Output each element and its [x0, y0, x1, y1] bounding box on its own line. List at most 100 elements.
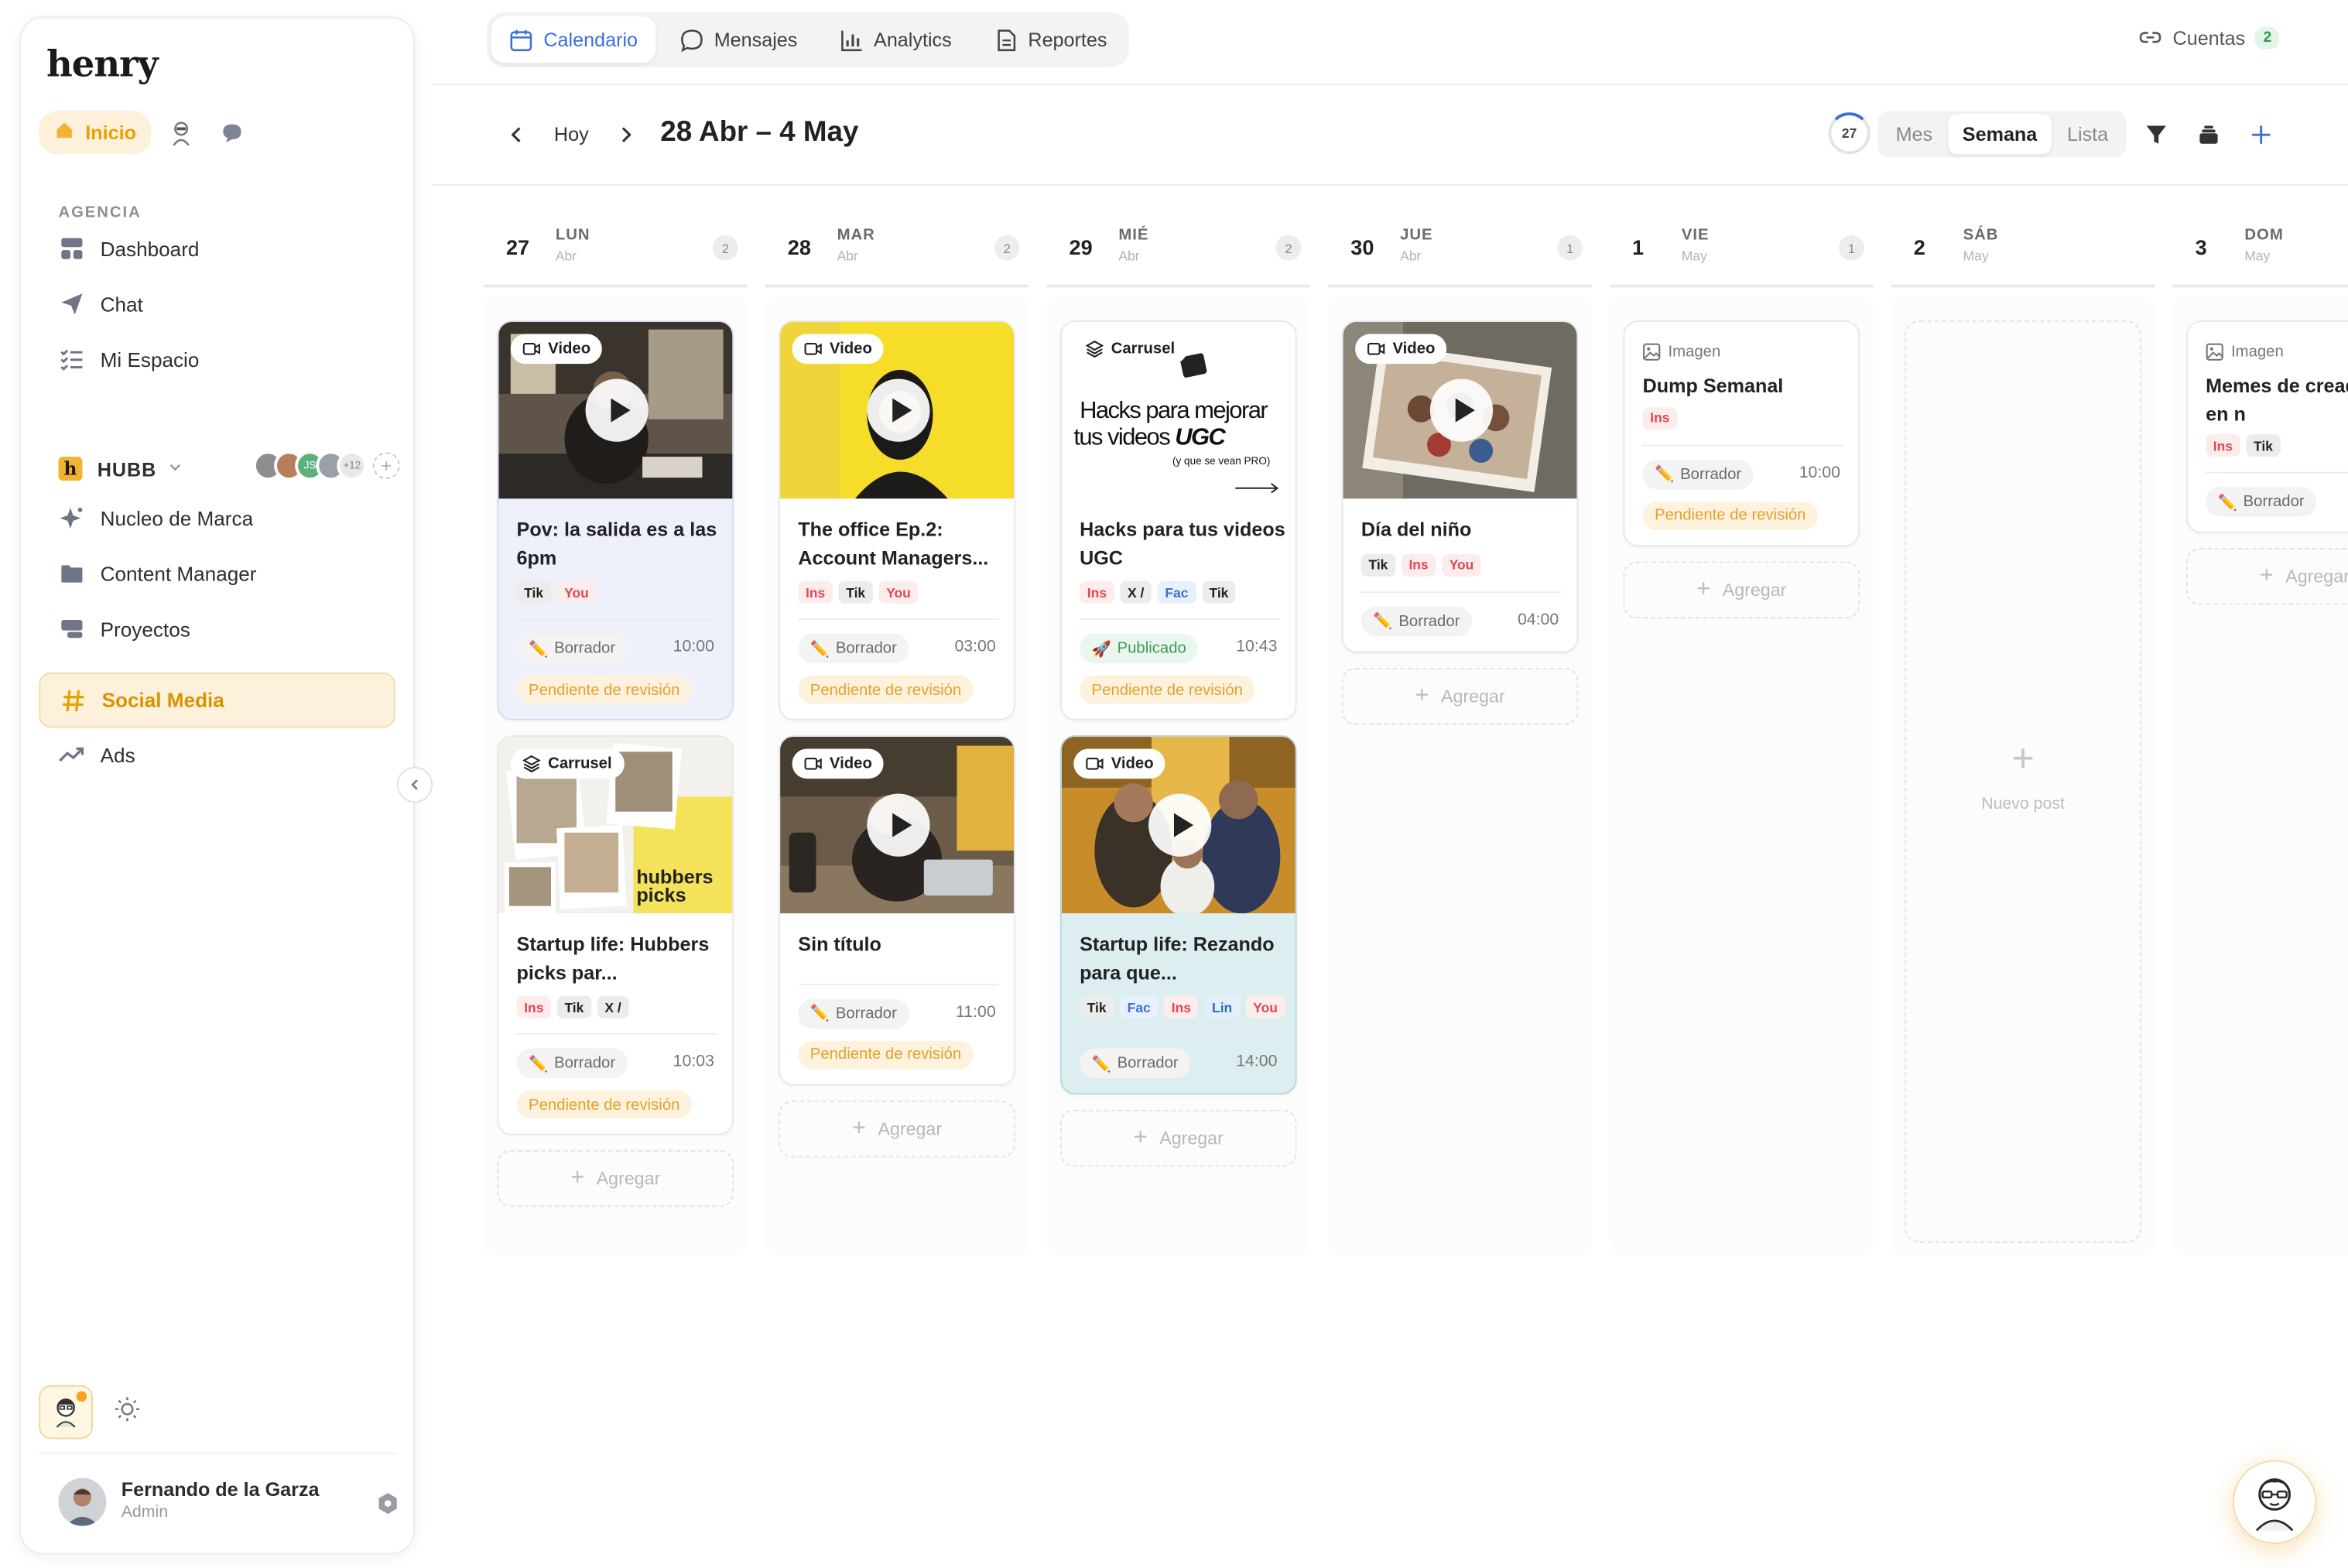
theme-toggle-sun-icon[interactable] — [114, 1395, 141, 1429]
post-status-badge[interactable]: ✏️ Borrador — [1080, 1048, 1191, 1079]
post-card[interactable]: Video Día del niño Tik Ins You ✏️ Borrador 0… — [1341, 320, 1579, 652]
post-type-label: Video — [1111, 755, 1154, 773]
add-post-button[interactable]: + Agregar — [2185, 548, 2348, 605]
post-status-badge[interactable]: ✏️ Borrador — [798, 998, 909, 1029]
stack-icon[interactable] — [2196, 122, 2223, 149]
new-post-dropzone[interactable]: + Nuevo post — [1905, 320, 2141, 1243]
post-card[interactable]: Imagen Memes de creadores en n Ins Tik ✏️ B… — [2185, 320, 2348, 533]
today-button[interactable]: Hoy — [554, 123, 589, 146]
layers-icon — [522, 755, 541, 773]
tab-analytics[interactable]: Analytics — [821, 16, 970, 63]
review-status-badge: Pendiente de revisión — [798, 675, 974, 704]
post-card[interactable]: Video Sin título ✏️ Borrador 11:00 Pendien… — [779, 735, 1015, 1085]
day-of-week: MAR — [837, 226, 875, 245]
add-member-button[interactable]: + — [372, 452, 400, 480]
post-card[interactable]: Video Startup life: Rezando para que... Ti… — [1059, 735, 1297, 1095]
post-status-badge[interactable]: ✏️ Borrador — [516, 633, 628, 664]
play-icon[interactable] — [1429, 378, 1494, 442]
user-profile[interactable]: Fernando de la Garza Admin — [58, 1474, 399, 1533]
workspace-switcher[interactable]: h HUBB JS +12 + — [58, 447, 400, 491]
tab-mensajes[interactable]: Mensajes — [662, 16, 816, 63]
sidebar-item-label: Dashboard — [100, 237, 200, 260]
sidebar-item-content-manager[interactable]: Content Manager — [39, 546, 395, 601]
post-card[interactable]: Video The office Ep.2: Account Managers..… — [779, 320, 1015, 721]
add-post-label: Agregar — [878, 1118, 943, 1139]
sidebar-top-tabs: Inicio — [39, 111, 253, 155]
play-icon[interactable] — [867, 793, 930, 857]
add-post-button[interactable]: + Agregar — [497, 1150, 734, 1207]
settings-gear-icon[interactable] — [376, 1491, 400, 1515]
plus-icon: + — [2259, 563, 2274, 589]
sidebar-item-ads[interactable]: Ads — [39, 728, 395, 782]
add-post-button[interactable]: + Agregar — [779, 1100, 1015, 1157]
network-chips: Tik You — [516, 580, 597, 604]
add-post-button[interactable] — [2247, 122, 2274, 149]
add-post-button[interactable]: + Agregar — [1341, 666, 1579, 724]
add-post-button[interactable]: + Agregar — [1623, 560, 1860, 618]
filter-icon[interactable] — [2143, 122, 2170, 149]
folder-icon — [58, 560, 85, 587]
post-status-badge[interactable]: ✏️ Borrador — [1642, 459, 1754, 489]
prev-week-button[interactable] — [501, 120, 532, 150]
plus-icon: + — [1133, 1125, 1148, 1151]
post-time: 10:00 — [1799, 463, 1840, 482]
accounts-button[interactable]: Cuentas 2 — [2138, 26, 2279, 50]
day-column: 29 MIÉ Abr 2 Hacks para mejorar tus video… — [1046, 210, 1311, 1258]
section-label-agencia: AGENCIA — [58, 204, 142, 222]
play-icon[interactable] — [867, 378, 930, 442]
network-chips: Ins Tik You — [798, 580, 919, 604]
sidebar-item-mi-espacio[interactable]: Mi Espacio — [39, 333, 395, 387]
view-mes[interactable]: Mes — [1881, 114, 1947, 154]
henry-logo[interactable]: henry — [46, 42, 159, 85]
pencil-icon: ✏️ — [1091, 1055, 1111, 1073]
workspace-members[interactable]: JS +12 + — [252, 450, 400, 481]
view-semana[interactable]: Semana — [1947, 114, 2052, 155]
tab-inicio[interactable]: Inicio — [39, 111, 152, 155]
sidebar-item-proyectos[interactable]: Proyectos — [39, 602, 395, 656]
chat-bubble-icon[interactable] — [211, 111, 253, 153]
network-chips: Ins — [1642, 406, 1678, 430]
day-of-week: SÁB — [1963, 226, 1999, 245]
trend-icon — [58, 741, 85, 769]
play-icon[interactable] — [1148, 793, 1212, 857]
add-post-button[interactable]: + Agregar — [1059, 1109, 1297, 1167]
day-body: Video Día del niño Tik Ins You ✏️ Borrador 0… — [1328, 296, 1592, 1255]
sidebar-item-dashboard[interactable]: Dashboard — [39, 221, 395, 276]
post-status-badge[interactable]: ✏️ Borrador — [1361, 605, 1472, 636]
post-status-badge[interactable]: ✏️ Borrador — [516, 1048, 628, 1079]
divider — [798, 618, 999, 621]
post-card[interactable]: Hacks para mejorar tus videos UGC (y que s… — [1059, 320, 1297, 721]
tab-calendario[interactable]: Calendario — [491, 16, 656, 63]
profile-sticker-button[interactable] — [39, 1385, 93, 1440]
assistant-button[interactable] — [2232, 1460, 2317, 1544]
post-status-badge[interactable]: ✏️ Borrador — [2206, 486, 2317, 517]
sidebar-item-social-media[interactable]: Social Media — [39, 672, 395, 728]
post-status-badge[interactable]: 🚀 Publicado — [1080, 633, 1199, 664]
post-card[interactable]: Video Pov: la salida es a las 6pm Tik You ✏… — [497, 320, 734, 721]
play-icon[interactable] — [585, 378, 649, 442]
post-card[interactable]: hubbers picks Carrusel Startup life: Hubber… — [497, 735, 734, 1135]
rocket-icon: 🚀 — [1091, 640, 1111, 659]
sidebar-item-label: Content Manager — [100, 562, 257, 585]
network-chip-ins: Ins — [516, 995, 552, 1019]
video-icon — [522, 342, 541, 355]
post-status-badge[interactable]: ✏️ Borrador — [798, 633, 909, 664]
day-of-week: LUN — [555, 226, 590, 245]
today-indicator[interactable]: 27 — [1828, 112, 1871, 155]
sidebar-item-nucleo-de-marca[interactable]: Nucleo de Marca — [39, 491, 395, 546]
svg-text:picks: picks — [636, 885, 686, 906]
accounts-label: Cuentas — [2172, 26, 2246, 49]
view-lista[interactable]: Lista — [2052, 114, 2124, 154]
sidebar-item-chat[interactable]: Chat — [39, 277, 395, 331]
review-status-badge: Pendiente de revisión — [1080, 675, 1255, 704]
avatar-tab-icon[interactable] — [160, 111, 202, 153]
post-type-badge: Video — [792, 334, 885, 365]
plus-icon — [2252, 125, 2271, 144]
collapse-sidebar-button[interactable] — [396, 766, 433, 803]
tab-reportes[interactable]: Reportes — [976, 16, 1125, 63]
divider — [798, 983, 999, 985]
post-card[interactable]: Imagen Dump Semanal Ins ✏️ Borrador 10:00 P… — [1623, 320, 1860, 546]
next-week-button[interactable] — [611, 120, 641, 150]
post-count-badge: 1 — [1839, 235, 1864, 261]
sidebar-item-label: Social Media — [101, 689, 224, 712]
